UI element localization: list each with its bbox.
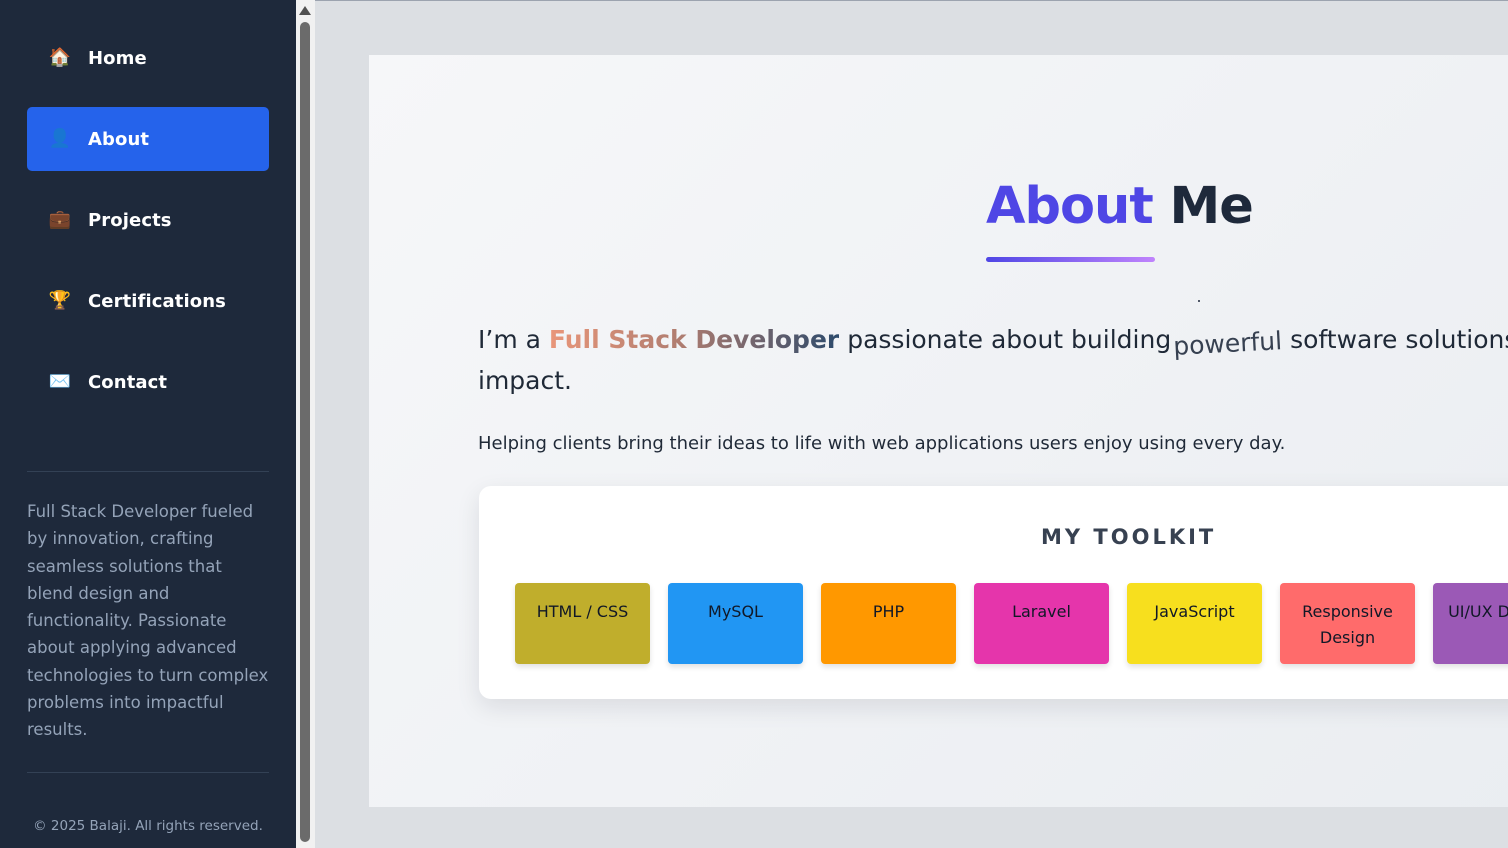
sidebar-item-label: About xyxy=(88,128,150,150)
toolkit-title: MY TOOLKIT xyxy=(1041,525,1217,549)
toolkit-card: MY TOOLKIT HTML / CSS MySQL PHP Laravel … xyxy=(479,486,1508,699)
copyright-footer: © 2025 Balaji. All rights reserved. xyxy=(33,818,263,834)
intro-text: I’m a Full Stack Developer passionate ab… xyxy=(478,319,1508,401)
scroll-up-arrow-icon[interactable] xyxy=(299,6,311,15)
title-underline xyxy=(986,257,1155,262)
scrollbar-thumb[interactable] xyxy=(300,22,310,842)
tool-laravel: Laravel xyxy=(974,583,1109,664)
sidebar-item-home[interactable]: 🏠 Home xyxy=(27,26,269,90)
sidebar-divider xyxy=(27,471,269,472)
person-icon: 👤 xyxy=(48,128,72,149)
briefcase-icon: 💼 xyxy=(48,209,72,230)
sidebar-bio: Full Stack Developer fueled by innovatio… xyxy=(27,502,269,740)
sidebar-item-label: Certifications xyxy=(88,290,226,312)
sidebar-item-contact[interactable]: ✉️ Contact xyxy=(27,350,269,414)
tool-php: PHP xyxy=(821,583,956,664)
tool-responsive-design: Responsive Design xyxy=(1280,583,1415,664)
sidebar-item-projects[interactable]: 💼 Projects xyxy=(27,188,269,252)
main-content: About Me I’m a Full Stack Developer pass… xyxy=(315,0,1508,848)
envelope-icon: ✉️ xyxy=(48,371,72,392)
typed-word: powerful xyxy=(1172,326,1283,361)
decorative-dot xyxy=(1198,300,1200,302)
toolkit-list: HTML / CSS MySQL PHP Laravel JavaScript … xyxy=(515,583,1508,664)
sidebar-item-about[interactable]: 👤 About xyxy=(27,107,269,171)
scrollbar[interactable] xyxy=(296,0,315,848)
title-accent: About xyxy=(986,177,1154,236)
title-rest: Me xyxy=(1169,177,1253,236)
tool-ui-ux-design: UI/UX Design xyxy=(1433,583,1508,664)
intro-role: Full Stack Developer xyxy=(548,325,840,354)
sidebar-item-label: Home xyxy=(88,47,147,69)
sidebar-item-label: Projects xyxy=(88,209,172,231)
tool-javascript: JavaScript xyxy=(1127,583,1262,664)
trophy-icon: 🏆 xyxy=(48,290,72,311)
helper-text: Helping clients bring their ideas to lif… xyxy=(478,433,1286,454)
sidebar-item-certifications[interactable]: 🏆 Certifications xyxy=(27,269,269,333)
tool-html-css: HTML / CSS xyxy=(515,583,650,664)
intro-middle: passionate about building xyxy=(847,325,1172,354)
sidebar: 🏠 Home 👤 About 💼 Projects 🏆 Certificatio… xyxy=(0,0,296,848)
sidebar-item-label: Contact xyxy=(88,371,168,393)
tool-mysql: MySQL xyxy=(668,583,803,664)
page-title: About Me xyxy=(986,177,1306,237)
about-section: About Me I’m a Full Stack Developer pass… xyxy=(369,55,1508,807)
intro-prefix: I’m a xyxy=(478,325,541,354)
house-icon: 🏠 xyxy=(48,47,72,68)
sidebar-divider xyxy=(27,772,269,773)
about-heading: About Me xyxy=(986,177,1306,262)
sidebar-nav: 🏠 Home 👤 About 💼 Projects 🏆 Certificatio… xyxy=(27,26,269,431)
